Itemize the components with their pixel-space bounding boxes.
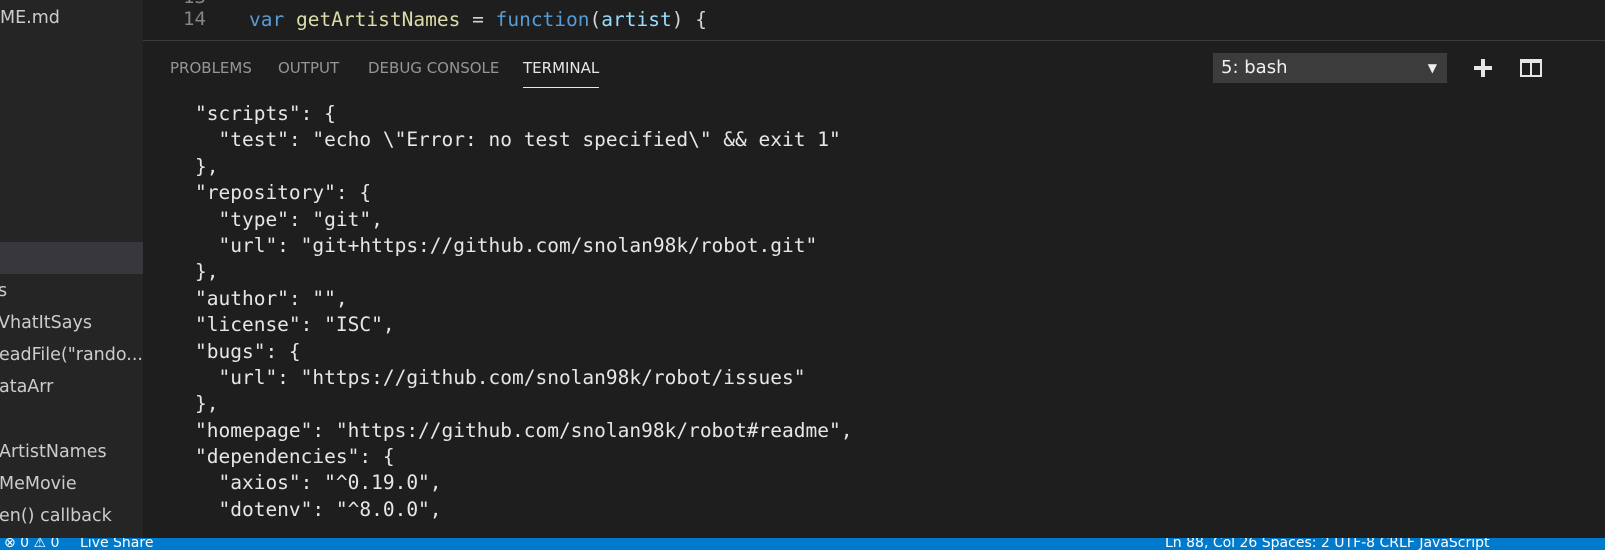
terminal-line: "dotenv": "^8.0.0",	[195, 497, 442, 521]
terminal-line: "url": "git+https://github.com/snolan98k…	[195, 233, 818, 257]
sidebar-item-selected[interactable]	[0, 242, 143, 274]
keyword-token: function	[495, 8, 590, 31]
paren-token: (	[589, 8, 602, 31]
status-right-info[interactable]: Ln 88, Col 26 Spaces: 2 UTF-8 CRLF JavaS…	[1165, 538, 1490, 550]
sidebar-item-outline[interactable]: MeMovie	[0, 468, 143, 500]
plus-icon[interactable]	[1468, 53, 1498, 83]
terminal-line: "author": "",	[195, 286, 348, 310]
terminal-select-value: 5: bash	[1221, 57, 1288, 78]
sidebar-item-label: en() callback	[0, 506, 112, 526]
terminal-line: "type": "git",	[195, 207, 383, 231]
terminal-line: "scripts": {	[195, 102, 336, 125]
bottom-panel: PROBLEMS OUTPUT DEBUG CONSOLE TERMINAL 5…	[143, 40, 1605, 539]
sidebar-item-label: s	[0, 281, 8, 301]
terminal-line: },	[195, 260, 219, 284]
sidebar-item-label: MeMovie	[0, 474, 77, 494]
code-line[interactable]: var getArtistNames = function(artist) {	[249, 8, 707, 31]
live-share-button[interactable]: Live Share	[80, 538, 153, 550]
terminal-line: "license": "ISC",	[195, 313, 395, 337]
sidebar-item-outline[interactable]: en() callback	[0, 500, 143, 532]
sidebar-item-outline[interactable]: VhatItSays	[0, 307, 143, 339]
chevron-down-icon: ▼	[1427, 61, 1437, 75]
sidebar-item-label: eadFile("rando...	[0, 345, 143, 365]
sidebar-item-label: ataArr	[0, 377, 54, 397]
parameter-token: artist	[601, 8, 672, 31]
status-bar: ⊗ 0 ⚠ 0 Live Share Ln 88, Col 26 Spaces:…	[0, 538, 1605, 550]
terminal-line: },	[195, 392, 219, 416]
terminal-line: "bugs": {	[195, 339, 301, 363]
sidebar-item-label: ME.md	[0, 8, 60, 28]
terminal-line: "url": "https://github.com/snolan98k/rob…	[195, 365, 806, 389]
terminal-line: },	[195, 154, 219, 178]
operator-token: =	[460, 8, 496, 31]
terminal-line: "repository": {	[195, 181, 372, 205]
sidebar-item-outline[interactable]: ataArr	[0, 371, 143, 403]
code-editor[interactable]: 13 14 var getArtistNames = function(arti…	[143, 0, 1605, 40]
line-number: 14	[183, 8, 206, 30]
line-number: 13	[183, 0, 206, 8]
terminal-line: "dependencies": {	[195, 445, 395, 469]
sidebar-item-outline[interactable]: s	[0, 275, 143, 307]
split-terminal-icon[interactable]	[1516, 53, 1546, 83]
terminal-line: "axios": "^0.19.0",	[195, 471, 442, 495]
terminal-line: "homepage": "https://github.com/snolan98…	[195, 418, 853, 442]
paren-token: ) {	[671, 8, 707, 31]
terminal-line: "test": "echo \"Error: no test specified…	[195, 128, 841, 152]
sidebar-item-outline[interactable]: eadFile("rando...	[0, 339, 143, 371]
sidebar-item-outline[interactable]: ArtistNames	[0, 436, 143, 468]
active-tab-indicator	[523, 87, 599, 88]
terminal-output[interactable]: "scripts": { "test": "echo \"Error: no t…	[195, 101, 1585, 537]
keyword-token: var	[249, 8, 285, 31]
explorer-sidebar: ME.md s VhatItSays eadFile("rando... ata…	[0, 0, 143, 538]
problems-count[interactable]: ⊗ 0 ⚠ 0	[4, 538, 59, 550]
tab-output[interactable]: OUTPUT	[278, 59, 339, 77]
tab-problems[interactable]: PROBLEMS	[170, 59, 252, 77]
function-name-token: getArtistNames	[295, 8, 461, 31]
sidebar-item-label: VhatItSays	[0, 313, 92, 333]
tab-terminal[interactable]: TERMINAL	[523, 59, 599, 77]
sidebar-item-label: ArtistNames	[0, 442, 107, 462]
sidebar-item-readme[interactable]: ME.md	[0, 2, 143, 34]
terminal-select-dropdown[interactable]: 5: bash ▼	[1213, 53, 1447, 83]
tab-debug-console[interactable]: DEBUG CONSOLE	[368, 59, 499, 77]
